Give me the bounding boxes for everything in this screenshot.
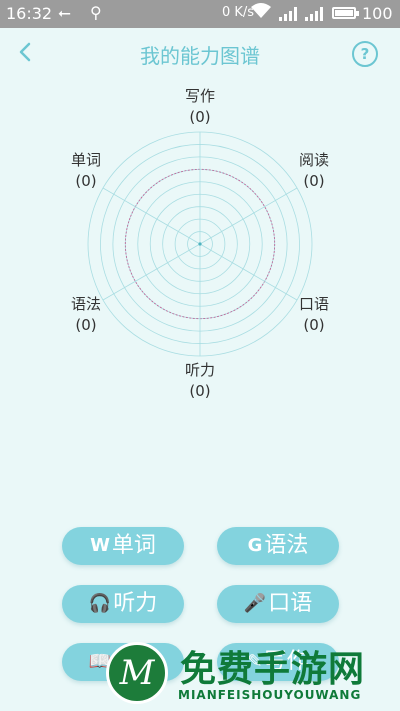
watermark-subtitle: MIANFEISHOUYOUWANG [178, 688, 362, 702]
vocabulary-icon: W [90, 535, 110, 556]
headphones-icon: 🎧 [88, 593, 112, 614]
wifi-icon [250, 2, 272, 24]
status-time: 16:32 [6, 4, 53, 23]
radar-label-value: (0) [75, 316, 97, 334]
radar-label-name: 口语 [298, 295, 329, 313]
radar-label-grammar: 语法 (0) [46, 294, 126, 336]
radar-label-vocabulary: 单词 (0) [46, 150, 126, 192]
radar-chart: 写作 (0) 阅读 (0) 口语 (0) 听力 (0) 语法 (0) 单词 (0… [0, 78, 400, 418]
speaking-label: 口语 [268, 591, 313, 616]
vocabulary-label: 单词 [111, 533, 156, 558]
listening-label: 听力 [113, 591, 158, 616]
grammar-button[interactable]: G语法 [217, 527, 339, 565]
radar-label-value: (0) [189, 108, 211, 126]
radar-label-value: (0) [303, 172, 325, 190]
radar-label-value: (0) [303, 316, 325, 334]
radar-label-name: 单词 [70, 151, 101, 169]
radar-label-writing: 写作 (0) [160, 86, 240, 128]
grammar-icon: G [247, 535, 263, 556]
radar-label-value: (0) [75, 172, 97, 190]
help-icon[interactable]: ? [352, 41, 378, 67]
signal-icon [279, 6, 299, 25]
page-title: 我的能力图谱 [140, 44, 260, 68]
radar-label-value: (0) [189, 382, 211, 400]
radar-label-speaking: 口语 (0) [274, 294, 354, 336]
radar-label-reading: 阅读 (0) [274, 150, 354, 192]
listening-button[interactable]: 🎧听力 [62, 585, 184, 623]
battery-icon [332, 7, 359, 19]
watermark-logo: M [106, 642, 168, 704]
radar-label-name: 语法 [70, 295, 101, 313]
radar-label-name: 写作 [184, 87, 215, 105]
header: 我的能力图谱 ? [0, 28, 400, 78]
watermark: M 免费手游网 MIANFEISHOUYOUWANG [100, 638, 400, 711]
radar-label-listening: 听力 (0) [160, 360, 240, 402]
watermark-title: 免费手游网 [180, 649, 366, 690]
battery-level: 100 [362, 4, 393, 23]
vocabulary-button[interactable]: W单词 [62, 527, 184, 565]
share-icon: ⚲ [90, 3, 102, 22]
signal-4g-icon [305, 6, 325, 25]
microphone-icon: 🎤 [243, 593, 267, 614]
radar-center-point [198, 242, 202, 246]
grammar-label: 语法 [264, 533, 309, 558]
status-bar: 16:32 ⭠ ⚲ 0 K/s 100 [0, 0, 400, 28]
speaking-button[interactable]: 🎤口语 [217, 585, 339, 623]
radar-label-name: 听力 [184, 361, 215, 379]
radar-label-name: 阅读 [298, 151, 329, 169]
usb-icon: ⭠ [58, 3, 71, 22]
